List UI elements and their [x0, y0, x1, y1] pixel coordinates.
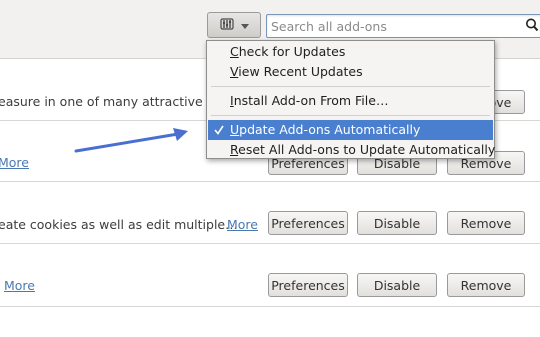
menu-item-check-updates[interactable]: Check for Updates [208, 42, 493, 62]
disable-button[interactable]: Disable [357, 273, 437, 297]
preferences-button[interactable]: Preferences [268, 273, 348, 297]
more-link[interactable]: More [4, 278, 35, 293]
remove-button[interactable]: Remove [447, 273, 525, 297]
addon-description: eate cookies as well as edit multiple… [0, 217, 238, 232]
more-link[interactable]: More [227, 217, 258, 232]
addon-row[interactable]: eate cookies as well as edit multiple… M… [0, 182, 540, 244]
disable-button[interactable]: Disable [357, 211, 437, 235]
chevron-down-icon [241, 18, 249, 33]
menu-separator [211, 115, 490, 116]
search-box[interactable] [266, 14, 540, 38]
preferences-button[interactable]: Preferences [268, 211, 348, 235]
annotation-arrow-icon [74, 128, 188, 153]
tools-dropdown-menu: Check for Updates View Recent Updates In… [206, 40, 495, 159]
addon-row[interactable]: More Preferences Disable Remove [0, 244, 540, 307]
gear-icon [219, 16, 235, 35]
search-icon[interactable] [525, 17, 539, 36]
menu-item-reset-auto-update[interactable]: Reset All Add-ons to Update Automaticall… [208, 140, 495, 160]
search-input[interactable] [271, 17, 507, 35]
more-link[interactable]: More [0, 155, 29, 170]
addon-description: easure in one of many attractive layo [0, 94, 233, 109]
remove-button[interactable]: Remove [447, 211, 525, 235]
menu-item-view-recent-updates[interactable]: View Recent Updates [208, 62, 493, 82]
tools-menu-button[interactable] [207, 12, 261, 38]
menu-item-update-automatically[interactable]: Update Add-ons Automatically [208, 120, 493, 140]
menu-separator [211, 86, 490, 87]
menu-item-install-from-file[interactable]: Install Add-on From File… [208, 91, 493, 111]
